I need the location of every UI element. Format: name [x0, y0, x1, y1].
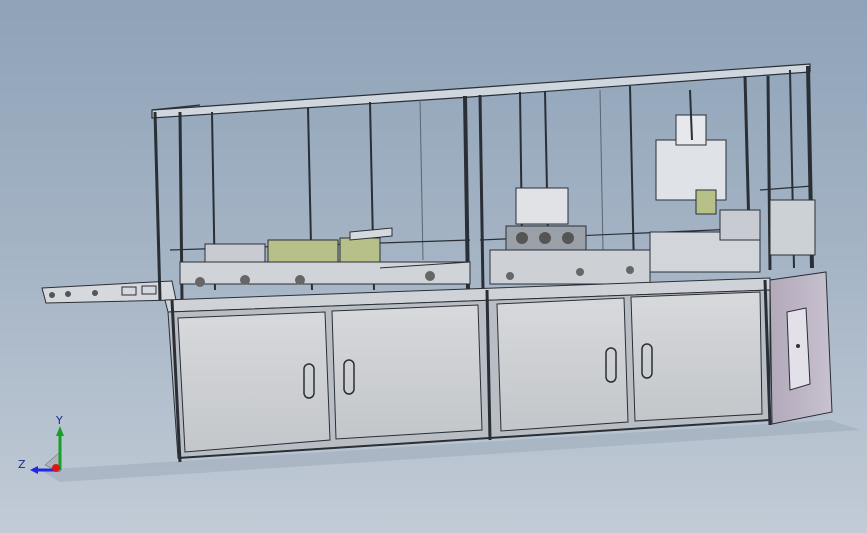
x-axis-point	[52, 464, 60, 472]
cabinet-door-1[interactable]	[177, 311, 331, 453]
machine-model[interactable]: Y Z	[0, 0, 867, 533]
z-axis-label: Z	[18, 458, 26, 471]
cabinet-door-4[interactable]	[630, 291, 763, 422]
right-station-mechanism	[489, 89, 816, 285]
cabinet-door-3[interactable]	[496, 297, 629, 432]
cabinet-door-2[interactable]	[331, 304, 483, 440]
cad-viewport[interactable]: Y Z	[0, 0, 867, 533]
infeed-conveyor	[41, 280, 177, 304]
access-window	[786, 307, 811, 391]
side-panel	[769, 271, 833, 425]
left-station-mechanism	[179, 227, 471, 287]
y-axis-label: Y	[55, 414, 63, 427]
axis-triad: Y Z	[18, 414, 64, 474]
